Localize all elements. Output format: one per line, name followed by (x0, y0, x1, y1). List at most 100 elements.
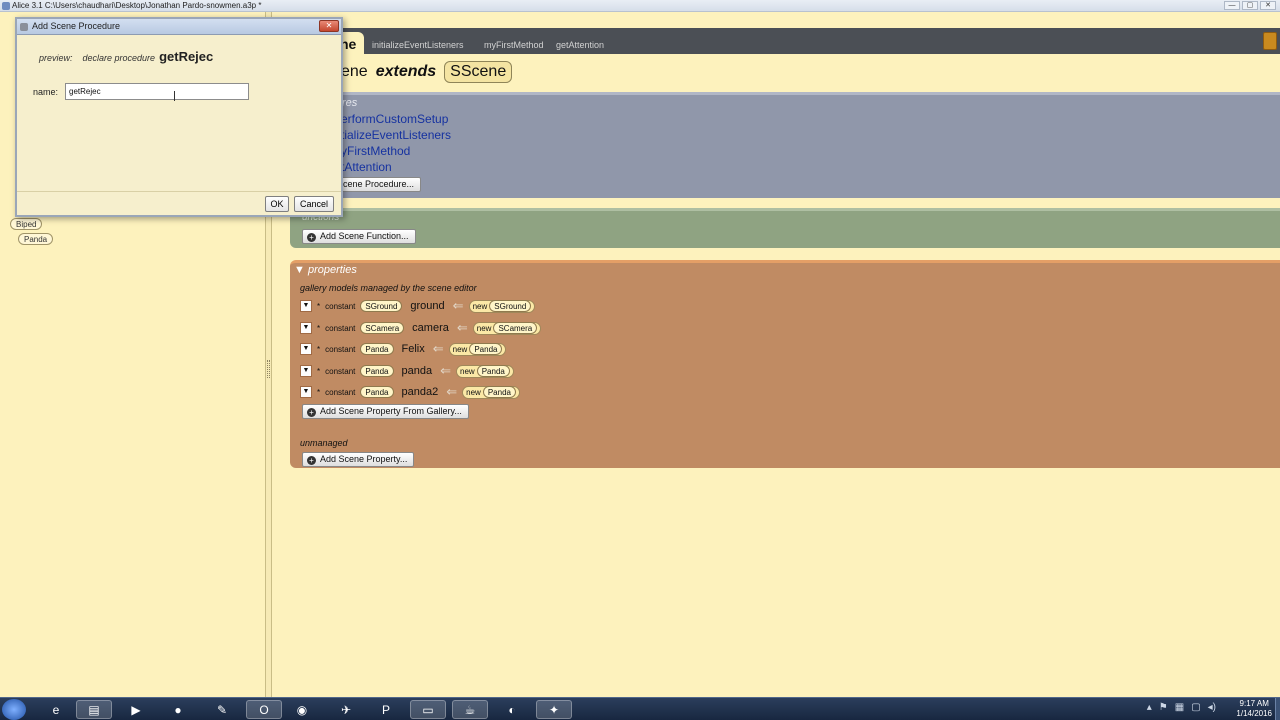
app-icon[interactable]: ✈ (328, 700, 364, 719)
initializer-type: SGround (489, 300, 532, 312)
superclass-tile[interactable]: SScene (444, 61, 513, 83)
procedures-section: res (290, 92, 1280, 198)
name-label: name: (33, 87, 59, 97)
dialog-close-button[interactable]: ✕ (319, 20, 339, 32)
expand-toggle-icon[interactable]: ▼ (300, 343, 312, 355)
property-modifier: constant (325, 301, 356, 311)
property-name[interactable]: panda (399, 365, 436, 377)
type-tag-panda[interactable]: Panda (18, 233, 54, 245)
class-name: ene (341, 63, 368, 80)
property-type[interactable]: Panda (360, 365, 394, 377)
initializer[interactable]: new SGround (468, 299, 536, 313)
procedure-get-attention[interactable]: tAttention (341, 160, 392, 174)
procedure-name-input[interactable] (65, 83, 249, 100)
file-explorer-icon[interactable]: ▤ (76, 700, 112, 719)
add-scene-property-from-gallery-button[interactable]: + Add Scene Property From Gallery... (302, 404, 469, 419)
tray-arrow-icon[interactable]: ▴ (1147, 702, 1152, 713)
firefox-icon[interactable]: ● (160, 700, 196, 719)
procedures-label: res (342, 97, 358, 109)
expand-toggle-icon[interactable]: ▼ (300, 365, 312, 377)
maximize-button[interactable]: ▢ (1242, 1, 1258, 10)
add-scene-property-button[interactable]: + Add Scene Property... (302, 452, 415, 467)
new-keyword: new (460, 366, 475, 376)
property-row-ground: ▼ * constant SGround ground ⇐ new SGround (300, 298, 536, 314)
ok-button[interactable]: OK (265, 196, 289, 212)
assign-arrow-icon: ⇐ (456, 320, 468, 335)
monitor-icon[interactable]: ▢ (1191, 702, 1200, 713)
show-desktop-button[interactable] (1275, 698, 1280, 720)
property-modifier: constant (325, 344, 356, 354)
paint-icon[interactable]: ✦ (536, 700, 572, 719)
alice-icon[interactable]: ◐ (494, 700, 530, 719)
property-row-camera: ▼ * constant SCamera camera ⇐ new SCamera (300, 320, 542, 336)
dialog-title: Add Scene Procedure (32, 21, 121, 31)
initializer[interactable]: new SCamera (472, 321, 542, 335)
tab-initialize-event-listeners[interactable]: initializeEventListeners (366, 36, 470, 54)
property-type[interactable]: Panda (360, 343, 394, 355)
java-icon[interactable]: ☕ (452, 700, 488, 719)
initializer[interactable]: new Panda (462, 385, 520, 399)
add-scene-property-label: Add Scene Property... (320, 454, 408, 464)
taskbar: e ▤ ▶ ● ✎ O ◉ ✈ P ▭ ☕ ◐ ✦ ▴ ⚑ ▦ ▢ ◂) 9:1… (0, 697, 1280, 720)
plus-icon: + (307, 233, 316, 242)
procedure-perform-custom-setup[interactable]: erformCustomSetup (341, 112, 448, 126)
chrome-icon[interactable]: ◉ (284, 700, 320, 719)
alice-app-icon (2, 2, 10, 10)
flag-icon[interactable]: ⚑ (1159, 702, 1168, 713)
new-keyword: new (476, 323, 492, 333)
cancel-button[interactable]: Cancel (294, 196, 334, 212)
procedure-initialize-event-listeners[interactable]: tializeEventListeners (341, 128, 451, 142)
powerpoint-icon[interactable]: P (368, 700, 404, 719)
class-header: ene extends SScene (341, 58, 513, 86)
expand-toggle-icon[interactable]: ▼ (300, 300, 312, 312)
add-scene-procedure-button[interactable]: cene Procedure... (338, 177, 422, 192)
properties-title[interactable]: ▼ properties (294, 264, 357, 276)
unmanaged-label: unmanaged (300, 438, 348, 448)
clock[interactable]: 9:17 AM 1/14/2016 (1236, 699, 1272, 719)
add-scene-procedure-label: cene Procedure... (343, 179, 415, 189)
media-player-icon[interactable]: ▶ (118, 700, 154, 719)
preview-declaration: declare procedure (82, 53, 156, 63)
minimize-button[interactable]: — (1224, 1, 1240, 10)
properties-section: ▼ properties gallery models managed by t… (290, 260, 1280, 468)
property-type[interactable]: SCamera (360, 322, 405, 334)
outlook-icon[interactable]: O (246, 700, 282, 719)
property-name[interactable]: ground (407, 300, 447, 312)
expand-toggle-icon[interactable]: ▼ (300, 386, 312, 398)
property-modifier: constant (325, 323, 356, 333)
start-button[interactable] (2, 699, 26, 720)
network-icon[interactable]: ▦ (1175, 702, 1184, 713)
tools-icon[interactable]: ✎ (204, 700, 240, 719)
initializer[interactable]: new Panda (448, 342, 507, 356)
initializer[interactable]: new Panda (456, 364, 514, 378)
splitter-grip[interactable] (267, 360, 270, 378)
volume-icon[interactable]: ◂) (1208, 702, 1216, 713)
property-name[interactable]: camera (409, 322, 452, 334)
add-scene-function-label: Add Scene Function... (320, 231, 409, 241)
dialog-separator (17, 191, 341, 192)
property-star: * (317, 301, 321, 311)
type-tag-biped[interactable]: Biped (10, 218, 43, 230)
initializer-type: SCamera (493, 322, 538, 334)
new-keyword: new (472, 301, 488, 311)
close-button[interactable]: ✕ (1260, 1, 1276, 10)
internet-explorer-icon[interactable]: e (38, 700, 74, 719)
property-type[interactable]: Panda (360, 386, 394, 398)
property-type[interactable]: SGround (360, 300, 403, 312)
property-star: * (317, 387, 321, 397)
procedure-my-first-method[interactable]: yFirstMethod (341, 144, 410, 158)
assign-arrow-icon: ⇐ (432, 341, 444, 356)
assign-arrow-icon: ⇐ (446, 384, 458, 399)
new-keyword: new (452, 344, 468, 354)
terminal-icon[interactable]: ▭ (410, 700, 446, 719)
tab-get-attention[interactable]: getAttention (550, 36, 610, 54)
property-name[interactable]: panda2 (399, 386, 442, 398)
expand-toggle-icon[interactable]: ▼ (300, 322, 312, 334)
assign-arrow-icon: ⇐ (440, 363, 452, 378)
text-cursor-icon (174, 91, 175, 101)
tabs-overflow-button[interactable] (1263, 32, 1277, 50)
tab-my-first-method[interactable]: myFirstMethod (478, 36, 550, 54)
dialog-titlebar[interactable]: Add Scene Procedure ✕ (17, 19, 341, 35)
property-name[interactable]: Felix (399, 343, 428, 355)
add-scene-function-button[interactable]: + Add Scene Function... (302, 229, 416, 244)
